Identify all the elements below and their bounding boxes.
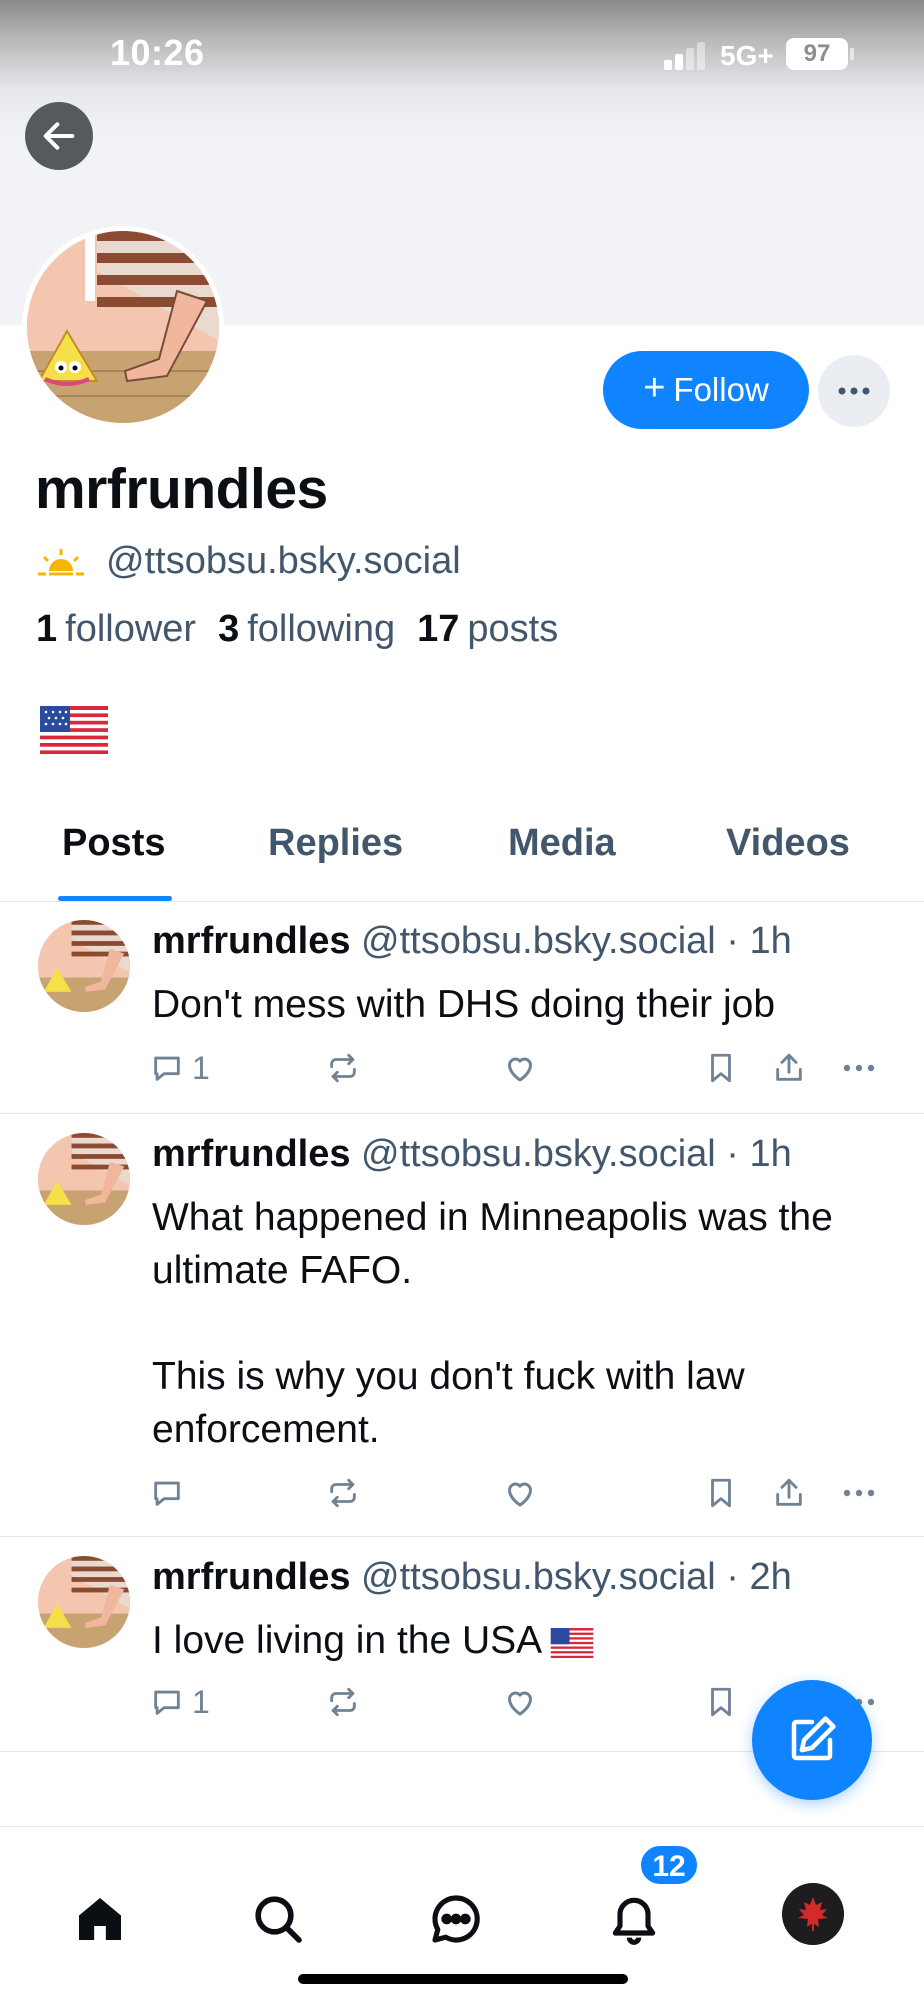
nav-notifications[interactable] <box>594 1879 674 1959</box>
profile-avatar[interactable] <box>22 226 224 428</box>
search-icon <box>255 1896 302 1943</box>
nav-home[interactable] <box>60 1879 140 1959</box>
reply-count: 1 <box>192 1049 210 1086</box>
heart-icon <box>508 1691 532 1716</box>
profile-stats: 1 follower 3 following 17 posts <box>36 608 558 651</box>
post-text-content: I love living in the USA <box>152 1619 543 1662</box>
post-text: Don't mess with DHS doing their job <box>152 983 776 1026</box>
post-text: I love living in the USA <box>152 1614 892 1667</box>
ellipsis-icon <box>843 1064 875 1072</box>
reply-button[interactable]: 1 <box>150 1680 210 1724</box>
following-stat[interactable]: 3 following <box>218 608 395 651</box>
bookmark-icon <box>711 1478 731 1508</box>
post-more-button[interactable] <box>842 1471 876 1515</box>
chat-icon <box>432 1895 480 1943</box>
compose-button[interactable] <box>752 1680 872 1800</box>
back-button[interactable] <box>25 102 93 170</box>
reply-icon <box>154 1481 180 1506</box>
like-button[interactable] <box>502 1046 538 1090</box>
followers-stat[interactable]: 1 follower <box>36 608 196 651</box>
repost-icon <box>330 1687 356 1717</box>
bookmark-button[interactable] <box>704 1471 738 1515</box>
follow-label: Follow <box>673 371 769 408</box>
share-icon <box>776 1053 802 1081</box>
notifications-badge: 12 <box>638 1843 700 1887</box>
status-time: 10:26 <box>110 32 205 73</box>
home-indicator <box>298 1974 628 1984</box>
post-meta: @ttsobsu.bsky.social · 1h <box>361 1133 792 1175</box>
tab-posts[interactable]: Posts <box>62 822 165 865</box>
profile-handle: @ttsobsu.bsky.social <box>106 540 461 582</box>
post-actions: 1 <box>150 1046 890 1090</box>
display-name: mrfrundles <box>35 457 328 521</box>
post-avatar[interactable] <box>38 1133 130 1225</box>
post-header: mrfrundles @ttsobsu.bsky.social · 1h <box>152 1133 792 1176</box>
bell-icon <box>612 1897 656 1945</box>
battery-icon: 97 <box>786 38 848 70</box>
nav-profile-avatar[interactable] <box>782 1883 844 1945</box>
handle-row: @ttsobsu.bsky.social <box>38 540 461 583</box>
home-icon <box>79 1898 121 1940</box>
post-meta: @ttsobsu.bsky.social · 1h <box>361 920 792 962</box>
repost-button[interactable] <box>326 1046 360 1090</box>
reply-count: 1 <box>192 1683 210 1720</box>
bookmark-button[interactable] <box>704 1680 738 1724</box>
status-bar: 10:26 5G+ 97 <box>0 0 924 110</box>
ellipsis-icon <box>838 387 870 395</box>
post-author[interactable]: mrfrundles <box>152 920 350 962</box>
battery-nub <box>850 48 854 60</box>
post-avatar[interactable] <box>38 920 130 1012</box>
share-button[interactable] <box>772 1471 806 1515</box>
plus-icon: + <box>643 367 666 409</box>
repost-icon <box>330 1053 356 1083</box>
bookmark-button[interactable] <box>704 1046 738 1090</box>
heart-icon <box>508 1057 532 1082</box>
us-flag-icon <box>550 1627 594 1658</box>
repost-button[interactable] <box>326 1471 360 1515</box>
repost-icon <box>330 1478 356 1508</box>
post-header: mrfrundles @ttsobsu.bsky.social · 1h <box>152 920 792 963</box>
post-avatar[interactable] <box>38 1556 130 1648</box>
like-button[interactable] <box>502 1680 538 1724</box>
profile-more-button[interactable] <box>818 355 890 427</box>
tab-videos[interactable]: Videos <box>726 822 850 865</box>
post-more-button[interactable] <box>842 1046 876 1090</box>
sun-icon <box>38 548 84 575</box>
heart-icon <box>508 1482 532 1507</box>
follow-button[interactable]: + Follow <box>603 351 809 429</box>
post-text: What happened in Minneapolis was the ult… <box>152 1196 833 1451</box>
reply-icon <box>154 1690 180 1715</box>
profile-tabs: Posts Replies Media Videos <box>0 810 924 902</box>
post-meta: @ttsobsu.bsky.social · 2h <box>361 1556 792 1598</box>
post-item[interactable]: mrfrundles @ttsobsu.bsky.social · 1h Don… <box>0 902 924 1114</box>
bookmark-icon <box>711 1687 731 1717</box>
post-author[interactable]: mrfrundles <box>152 1556 350 1598</box>
tab-replies[interactable]: Replies <box>268 822 403 865</box>
post-item[interactable]: mrfrundles @ttsobsu.bsky.social · 1h Wha… <box>0 1115 924 1537</box>
nav-search[interactable] <box>238 1879 318 1959</box>
post-actions <box>150 1471 890 1515</box>
post-header: mrfrundles @ttsobsu.bsky.social · 2h <box>152 1556 792 1599</box>
like-button[interactable] <box>502 1471 538 1515</box>
active-tab-indicator <box>58 896 172 901</box>
reply-button[interactable]: 1 <box>150 1046 210 1090</box>
reply-button[interactable] <box>150 1471 192 1515</box>
posts-stat: 17 posts <box>417 608 559 650</box>
reply-icon <box>154 1056 180 1081</box>
network-label: 5G+ <box>720 40 774 71</box>
share-button[interactable] <box>772 1046 806 1090</box>
nav-chat[interactable] <box>416 1879 496 1959</box>
post-author[interactable]: mrfrundles <box>152 1133 350 1175</box>
signal-icon <box>664 42 712 70</box>
repost-button[interactable] <box>326 1680 360 1724</box>
ellipsis-icon <box>843 1489 875 1497</box>
share-icon <box>776 1478 802 1506</box>
bookmark-icon <box>711 1053 731 1083</box>
tab-media[interactable]: Media <box>508 822 616 865</box>
arrow-left-icon <box>43 122 75 150</box>
us-flag-icon <box>40 706 108 754</box>
compose-icon <box>791 1716 836 1761</box>
